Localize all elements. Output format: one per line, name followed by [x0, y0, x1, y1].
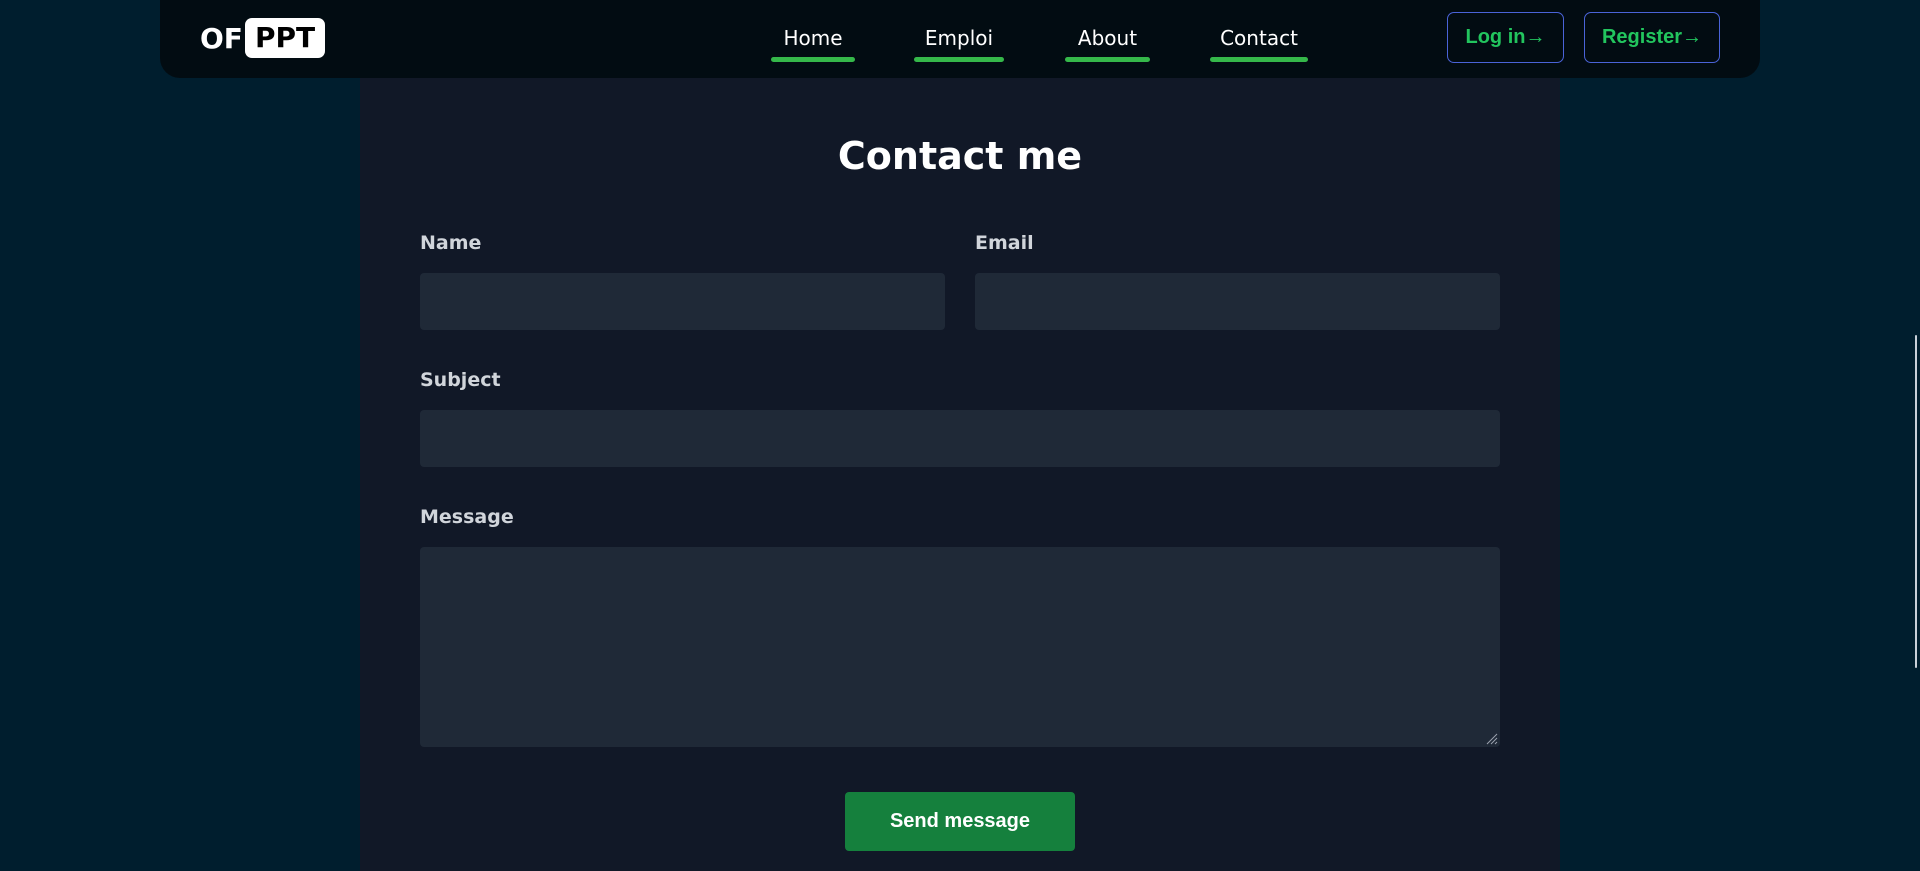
resize-grip-icon[interactable] [1484, 731, 1498, 745]
logo-text-left: OF [200, 21, 243, 55]
logo[interactable]: OF PPT [200, 18, 326, 58]
logo-text-right: PPT [244, 18, 326, 58]
nav-link-underline [1210, 57, 1308, 62]
subject-label: Subject [420, 369, 501, 391]
name-input[interactable] [420, 273, 945, 330]
message-textarea[interactable] [420, 547, 1500, 747]
name-label: Name [420, 232, 482, 254]
contact-panel: Contact me Name Email Subject Message Se… [360, 78, 1560, 871]
register-button[interactable]: Register→ [1584, 12, 1720, 63]
nav-link-contact[interactable]: Contact [1210, 26, 1308, 62]
nav-link-underline [914, 57, 1004, 62]
page-scrollbar[interactable] [1915, 0, 1920, 871]
top-navbar: OF PPT Home Emploi About Contact Log in→… [160, 0, 1760, 78]
nav-link-emploi[interactable]: Emploi [914, 26, 1004, 62]
email-input[interactable] [975, 273, 1500, 330]
nav-link-label: Contact [1220, 26, 1298, 50]
page-title: Contact me [837, 134, 1083, 178]
scrollbar-thumb[interactable] [1915, 335, 1917, 668]
send-message-button[interactable]: Send message [845, 792, 1075, 851]
nav-link-label: Home [783, 26, 843, 50]
nav-link-about[interactable]: About [1065, 26, 1150, 62]
nav-link-underline [771, 57, 855, 62]
nav-link-label: About [1077, 26, 1138, 50]
nav-link-underline [1065, 57, 1150, 62]
login-button[interactable]: Log in→ [1447, 12, 1564, 63]
message-label: Message [420, 506, 514, 528]
nav-link-label: Emploi [924, 26, 994, 50]
email-label: Email [975, 232, 1034, 254]
subject-input[interactable] [420, 410, 1500, 467]
nav-link-home[interactable]: Home [771, 26, 855, 62]
